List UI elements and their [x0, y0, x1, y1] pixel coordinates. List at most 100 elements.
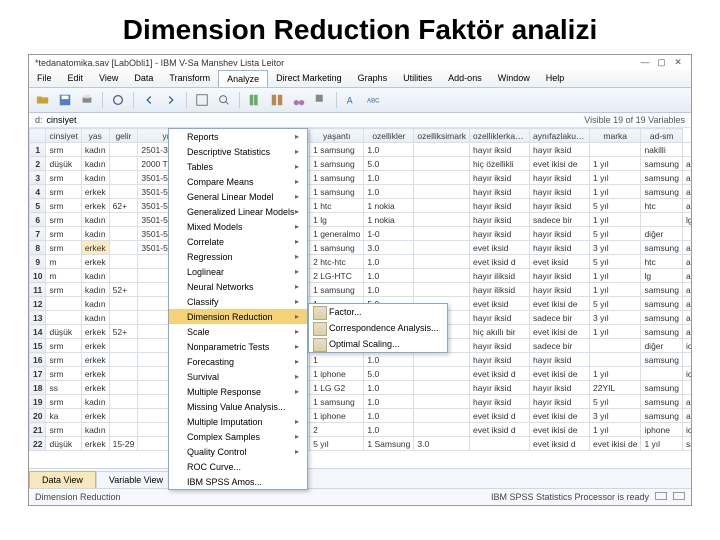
cell[interactable]: [641, 367, 683, 381]
col-header[interactable]: yas: [81, 129, 109, 143]
row-header[interactable]: 5: [30, 199, 46, 213]
cell[interactable]: [109, 213, 138, 227]
cell[interactable]: 1 LG G2: [310, 381, 364, 395]
col-header[interactable]: gelir: [109, 129, 138, 143]
analyze-item-loglinear[interactable]: Loglinear▸: [169, 264, 307, 279]
cell[interactable]: ka: [46, 409, 81, 423]
cell[interactable]: m: [46, 269, 81, 283]
analyze-item-complex-samples[interactable]: Complex Samples▸: [169, 429, 307, 444]
cell[interactable]: samsung: [641, 157, 683, 171]
print-icon[interactable]: [77, 91, 97, 109]
cell[interactable]: 3 yıl: [590, 311, 641, 325]
cell[interactable]: hayır iksid: [530, 353, 590, 367]
analyze-item-correlate[interactable]: Correlate▸: [169, 234, 307, 249]
analyze-item-reports[interactable]: Reports▸: [169, 129, 307, 144]
menu-utilities[interactable]: Utilities: [395, 70, 440, 87]
row-header[interactable]: 1: [30, 143, 46, 157]
cell[interactable]: ss: [46, 381, 81, 395]
cell[interactable]: 2: [310, 423, 364, 437]
cell[interactable]: nakilli: [641, 143, 683, 157]
cell[interactable]: erkek: [81, 409, 109, 423]
cell[interactable]: 1.0: [364, 269, 414, 283]
cell[interactable]: evet ikisi de: [530, 297, 590, 311]
cell[interactable]: 1.0: [364, 185, 414, 199]
cell[interactable]: [682, 381, 691, 395]
cell[interactable]: srm: [46, 213, 81, 227]
cell[interactable]: kadın: [81, 311, 109, 325]
cell[interactable]: samsung: [641, 311, 683, 325]
minimize-button[interactable]: —: [638, 57, 652, 67]
find-icon[interactable]: [214, 91, 234, 109]
cell[interactable]: evet ikisi de: [530, 367, 590, 381]
analyze-item-survival[interactable]: Survival▸: [169, 369, 307, 384]
cell[interactable]: 1 generalmo: [310, 227, 364, 241]
redo-icon[interactable]: [161, 91, 181, 109]
cell[interactable]: [109, 241, 138, 255]
analyze-item-compare-means[interactable]: Compare Means▸: [169, 174, 307, 189]
cell[interactable]: [414, 395, 470, 409]
save-icon[interactable]: [55, 91, 75, 109]
cell[interactable]: evet iksid d: [470, 423, 530, 437]
row-header[interactable]: 15: [30, 339, 46, 353]
cell[interactable]: 1 samsung: [310, 185, 364, 199]
cell[interactable]: kadın: [81, 269, 109, 283]
data-table[interactable]: cinsiyetyasgeliryılegitimakillitelseçimi…: [29, 128, 691, 451]
cell[interactable]: [109, 171, 138, 185]
analyze-item-scale[interactable]: Scale▸: [169, 324, 307, 339]
cell[interactable]: hayır iksid: [530, 241, 590, 255]
cell[interactable]: 1 Samsung: [364, 437, 414, 451]
menu-analyze[interactable]: Analyze: [218, 70, 268, 87]
cell[interactable]: evet iksid d: [470, 367, 530, 381]
cell[interactable]: [414, 199, 470, 213]
cell[interactable]: hayır iksid: [470, 143, 530, 157]
menu-window[interactable]: Window: [490, 70, 538, 87]
cell[interactable]: 1 htc: [310, 199, 364, 213]
cell[interactable]: [682, 353, 691, 367]
analyze-item-quality-control[interactable]: Quality Control▸: [169, 444, 307, 459]
cell[interactable]: samsung: [641, 381, 683, 395]
cell[interactable]: hiç akıllı bir: [470, 325, 530, 339]
cell[interactable]: 1 yıl: [590, 157, 641, 171]
cell[interactable]: hayır iksid: [530, 143, 590, 157]
cell[interactable]: 3.0: [414, 437, 470, 451]
cell[interactable]: samsung: [641, 325, 683, 339]
cell[interactable]: 1 nokia: [364, 199, 414, 213]
cell[interactable]: 62+: [109, 199, 138, 213]
cell[interactable]: [682, 227, 691, 241]
cell[interactable]: evet iksid d: [530, 437, 590, 451]
cell[interactable]: düşük: [46, 437, 81, 451]
menu-file[interactable]: File: [29, 70, 60, 87]
cell[interactable]: [414, 241, 470, 255]
cell[interactable]: hayır iksid: [470, 339, 530, 353]
row-header[interactable]: 11: [30, 283, 46, 297]
cell[interactable]: kadın: [81, 283, 109, 297]
cell[interactable]: samsung: [641, 353, 683, 367]
cell[interactable]: [46, 311, 81, 325]
cell[interactable]: [109, 157, 138, 171]
analyze-item-dimension-reduction[interactable]: Dimension Reduction▸: [169, 309, 307, 324]
cell[interactable]: [414, 213, 470, 227]
cell[interactable]: android: [682, 199, 691, 213]
cell[interactable]: erkek: [81, 367, 109, 381]
cell[interactable]: sadece bir: [530, 213, 590, 227]
cell[interactable]: [414, 171, 470, 185]
select-icon[interactable]: [311, 91, 331, 109]
cell[interactable]: 1 yıl: [590, 423, 641, 437]
cell[interactable]: erkek: [81, 339, 109, 353]
row-header[interactable]: 12: [30, 297, 46, 311]
cell[interactable]: 22YIL: [590, 381, 641, 395]
row-header[interactable]: 21: [30, 423, 46, 437]
cell[interactable]: [414, 353, 470, 367]
cell[interactable]: 1 samsung: [310, 157, 364, 171]
cell[interactable]: hayır iliksid: [470, 269, 530, 283]
cell[interactable]: 1 yıl: [590, 325, 641, 339]
cell[interactable]: 1 samsung: [310, 143, 364, 157]
cell[interactable]: evet iksid d: [470, 409, 530, 423]
cell[interactable]: [109, 367, 138, 381]
cell[interactable]: 3.0: [364, 241, 414, 255]
cell[interactable]: evet iksid: [470, 297, 530, 311]
analyze-item-regression[interactable]: Regression▸: [169, 249, 307, 264]
cell[interactable]: kadın: [81, 213, 109, 227]
cell[interactable]: 1 iphone: [310, 409, 364, 423]
analyze-item-neural-networks[interactable]: Neural Networks▸: [169, 279, 307, 294]
